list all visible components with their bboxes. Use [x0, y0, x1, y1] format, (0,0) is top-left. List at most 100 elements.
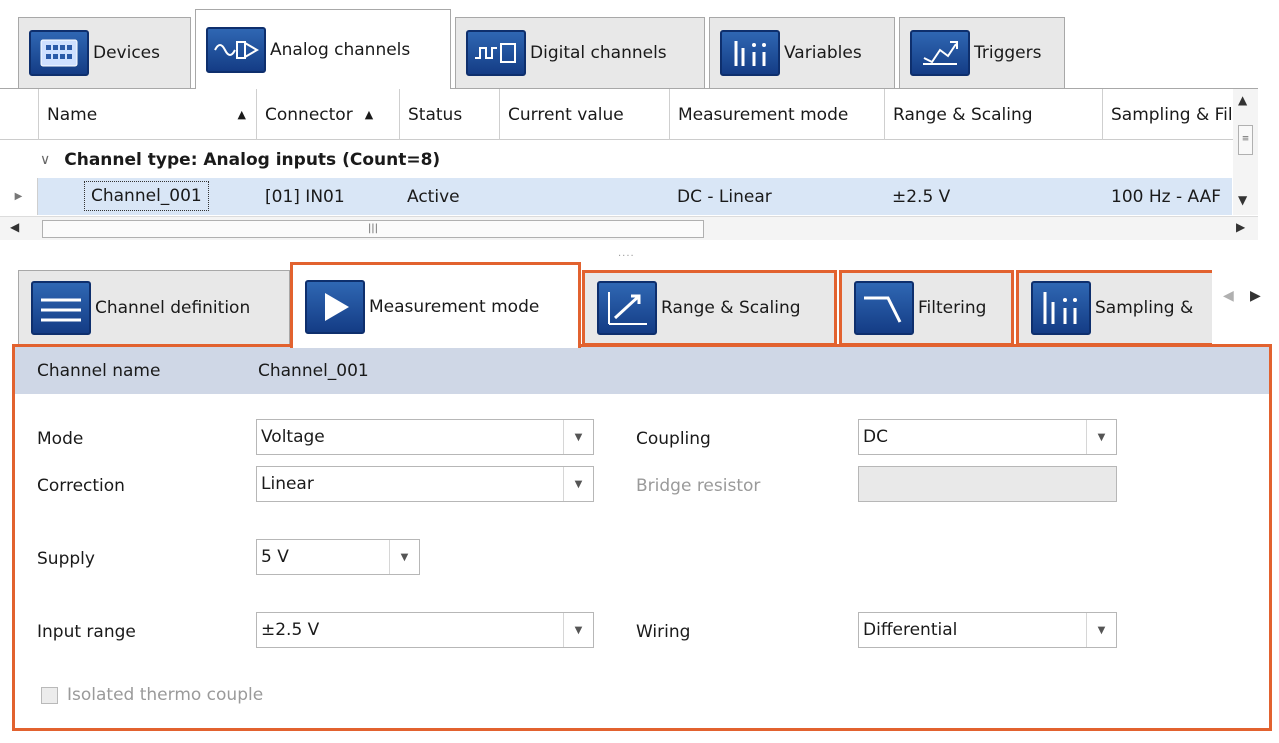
supply-select[interactable]: 5 V ▼ [256, 539, 420, 575]
correction-value: Linear [261, 474, 314, 494]
tab-label: Devices [93, 43, 160, 63]
channel-name-value: Channel_001 [258, 360, 369, 381]
tab-triggers[interactable]: Triggers [899, 17, 1065, 88]
tab-scroll-right-icon[interactable]: ▶ [1250, 288, 1261, 304]
play-icon [305, 279, 365, 334]
tab-scroll-left-icon[interactable]: ◀ [1223, 288, 1234, 304]
input-range-value: ±2.5 V [261, 620, 320, 640]
cell-status[interactable]: Active [407, 178, 460, 215]
tab-filtering[interactable]: Filtering [839, 270, 1014, 346]
row-indicator-icon: ▶ [0, 178, 38, 215]
tab-variables[interactable]: Variables [709, 17, 895, 88]
coupling-label: Coupling [636, 429, 711, 449]
coupling-value: DC [863, 427, 888, 447]
scroll-thumb[interactable]: ≡ [1238, 125, 1253, 155]
tab-sampling[interactable]: Sampling & [1016, 270, 1212, 346]
filter-icon [854, 281, 914, 335]
tab-label: Triggers [974, 43, 1042, 63]
group-row[interactable]: ∨ Channel type: Analog inputs (Count=8) [40, 141, 440, 179]
tab-measurement-mode[interactable]: Measurement mode [290, 262, 581, 348]
analog-channel-icon [206, 26, 266, 73]
tab-channel-definition[interactable]: Channel definition [18, 270, 290, 346]
column-label: Sampling & Filt [1111, 104, 1233, 125]
channel-name-row: Channel name Channel_001 [15, 347, 1269, 394]
horizontal-scrollbar[interactable]: ◀ ||| ▶ [0, 216, 1258, 240]
sort-asc-icon: ▲ [364, 108, 374, 121]
scroll-right-icon[interactable]: ▶ [1236, 220, 1245, 234]
chevron-down-icon[interactable]: ▼ [389, 540, 419, 574]
column-header-current-value[interactable]: Current value [499, 89, 669, 140]
table-row[interactable]: ▶ Channel_001 [01] IN01 Active DC - Line… [0, 178, 1232, 215]
column-label: Measurement mode [678, 104, 849, 125]
vertical-scrollbar[interactable]: ▲ ≡ ▼ [1233, 89, 1258, 215]
grid-header: Name ▲ Connector ▲ Status Current value … [0, 89, 1258, 140]
tab-digital-channels[interactable]: Digital channels [455, 17, 705, 88]
range-scaling-icon [597, 281, 657, 335]
scroll-up-icon[interactable]: ▲ [1238, 93, 1247, 107]
chevron-down-icon[interactable]: ∨ [40, 152, 50, 168]
isolated-thermo-couple-checkbox[interactable] [41, 687, 58, 704]
top-tab-strip: Devices Analog channels Digital channels… [18, 8, 1069, 89]
cell-connector[interactable]: [01] IN01 [265, 178, 345, 215]
cell-sampling[interactable]: 100 Hz - AAF [1111, 178, 1221, 215]
scroll-left-icon[interactable]: ◀ [10, 220, 19, 234]
tab-label: Sampling & [1095, 298, 1194, 318]
tab-label: Filtering [918, 298, 987, 318]
chevron-down-icon[interactable]: ▼ [1086, 613, 1116, 647]
tab-range-scaling[interactable]: Range & Scaling [582, 270, 837, 346]
column-header-measurement-mode[interactable]: Measurement mode [669, 89, 884, 140]
chevron-down-icon[interactable]: ▼ [563, 420, 593, 454]
triggers-icon [910, 30, 970, 76]
chevron-down-icon[interactable]: ▼ [1086, 420, 1116, 454]
column-label: Status [408, 104, 463, 125]
tab-devices[interactable]: Devices [18, 17, 191, 88]
channel-name-label: Channel name [37, 360, 161, 381]
scroll-thumb[interactable]: ||| [42, 220, 704, 238]
tab-analog-channels[interactable]: Analog channels [195, 9, 451, 89]
column-header-connector[interactable]: Connector ▲ [256, 89, 399, 140]
sort-asc-icon: ▲ [237, 108, 246, 121]
tab-label: Digital channels [530, 43, 667, 63]
sampling-icon [1031, 281, 1091, 335]
coupling-select[interactable]: DC ▼ [858, 419, 1117, 455]
cell-range-scaling[interactable]: ±2.5 V [892, 178, 950, 215]
correction-select[interactable]: Linear ▼ [256, 466, 594, 502]
column-header-sampling[interactable]: Sampling & Filt [1102, 89, 1233, 140]
cell-measurement-mode[interactable]: DC - Linear [677, 178, 772, 215]
chevron-down-icon[interactable]: ▼ [563, 467, 593, 501]
mode-select[interactable]: Voltage ▼ [256, 419, 594, 455]
variables-icon [720, 30, 780, 76]
scroll-down-icon[interactable]: ▼ [1238, 193, 1247, 207]
column-header-name[interactable]: Name ▲ [38, 89, 256, 140]
wiring-select[interactable]: Differential ▼ [858, 612, 1117, 648]
input-range-label: Input range [37, 622, 136, 642]
column-label: Connector [265, 104, 353, 125]
supply-label: Supply [37, 549, 95, 569]
splitter-handle[interactable]: .... [618, 248, 635, 259]
group-label: Channel type: Analog inputs (Count=8) [64, 150, 441, 170]
cell-name[interactable]: Channel_001 [84, 181, 209, 211]
bridge-resistor-field [858, 466, 1117, 502]
tab-label: Variables [784, 43, 862, 63]
column-label: Name [47, 104, 98, 125]
channel-definition-icon [31, 281, 91, 335]
channel-grid: Name ▲ Connector ▲ Status Current value … [0, 88, 1258, 242]
lower-tab-strip: Channel definition Measurement mode Rang… [18, 262, 1263, 348]
mode-value: Voltage [261, 427, 325, 447]
column-label: Current value [508, 104, 624, 125]
isolated-thermo-couple-label: Isolated thermo couple [67, 685, 264, 705]
column-header-status[interactable]: Status [399, 89, 499, 140]
tab-label: Analog channels [270, 39, 411, 60]
column-header-range-scaling[interactable]: Range & Scaling [884, 89, 1102, 140]
devices-icon [29, 30, 89, 76]
tab-label: Channel definition [95, 298, 251, 318]
column-label: Range & Scaling [893, 104, 1033, 125]
supply-value: 5 V [261, 547, 289, 567]
correction-label: Correction [37, 476, 125, 496]
digital-channel-icon [466, 30, 526, 76]
tab-label: Measurement mode [369, 296, 540, 317]
tab-label: Range & Scaling [661, 298, 801, 318]
wiring-value: Differential [863, 620, 958, 640]
input-range-select[interactable]: ±2.5 V ▼ [256, 612, 594, 648]
chevron-down-icon[interactable]: ▼ [563, 613, 593, 647]
